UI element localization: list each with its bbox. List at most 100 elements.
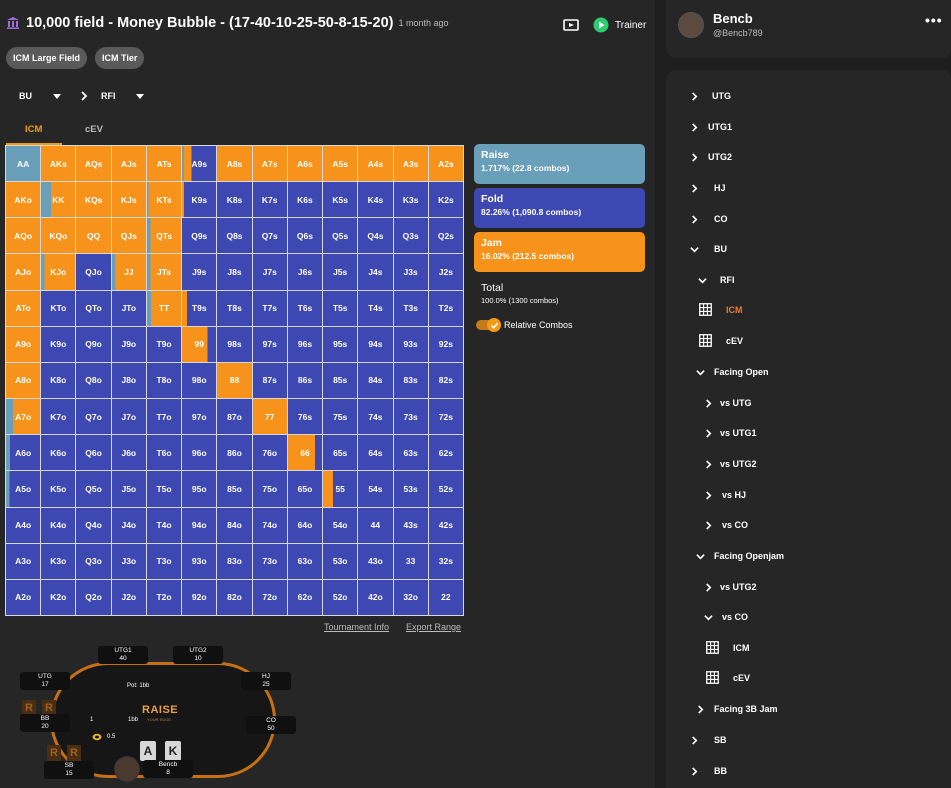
hand-cell[interactable]: Q6s (287, 218, 323, 254)
nav-bb[interactable]: BB (688, 765, 727, 777)
hand-cell[interactable]: 33 (393, 543, 428, 579)
hand-cell[interactable]: T9o (146, 326, 182, 362)
hand-cell[interactable]: 83s (393, 362, 428, 399)
nav-bu[interactable]: BU (688, 243, 727, 255)
hand-cell[interactable]: 72s (428, 399, 463, 435)
nav-fj-icm[interactable]: ICM (706, 641, 750, 654)
hand-cell[interactable]: K8s (217, 182, 252, 218)
nav-vs-hj[interactable]: vs HJ (702, 489, 746, 501)
nav-facing-openjam[interactable]: Facing Openjam (694, 550, 784, 562)
toggle-switch[interactable] (476, 318, 501, 332)
relative-combos-toggle[interactable]: Relative Combos (474, 318, 645, 332)
nav-fj-vs-co[interactable]: vs CO (702, 611, 748, 623)
hand-cell[interactable]: J5s (323, 254, 358, 290)
hand-cell[interactable]: JTs (146, 254, 182, 290)
seat-hero[interactable]: Bencb 8 (143, 760, 193, 778)
hand-cell[interactable]: 86o (217, 435, 252, 471)
seat-utg2[interactable]: UTG2 10 (173, 646, 223, 664)
hand-cell[interactable]: Q9s (182, 218, 217, 254)
tab-icm[interactable]: ICM (25, 124, 42, 135)
hand-cell[interactable]: 99 (182, 326, 217, 362)
hand-cell[interactable]: KQo (41, 218, 76, 254)
nav-co[interactable]: CO (688, 213, 728, 225)
hand-cell[interactable]: 85o (217, 471, 252, 507)
hand-cell[interactable]: J2o (111, 579, 146, 615)
hand-cell[interactable]: A3s (393, 146, 428, 182)
hand-cell[interactable]: 42s (428, 507, 463, 543)
hand-cell[interactable]: K3s (393, 182, 428, 218)
hand-cell[interactable]: KJs (111, 182, 146, 218)
hand-cell[interactable]: T4o (146, 507, 182, 543)
hand-cell[interactable]: AKs (41, 146, 76, 182)
hand-cell[interactable]: T3s (393, 290, 428, 326)
chevron-down-icon[interactable] (53, 93, 61, 99)
hand-cell[interactable]: A5o (6, 471, 41, 507)
hand-cell[interactable]: JTo (111, 290, 146, 326)
hand-cell[interactable]: K4o (41, 507, 76, 543)
hand-cell[interactable]: 77 (252, 399, 287, 435)
hand-cell[interactable]: A6o (6, 435, 41, 471)
hand-cell[interactable]: 75s (323, 399, 358, 435)
hand-cell[interactable]: Q7o (76, 399, 111, 435)
seat-utg[interactable]: UTG 17 (20, 672, 70, 690)
hand-cell[interactable]: 82s (428, 362, 463, 399)
hand-cell[interactable]: 97o (182, 399, 217, 435)
hand-cell[interactable]: 54o (323, 507, 358, 543)
hand-cell[interactable]: T4s (358, 290, 393, 326)
tournament-info-link[interactable]: Tournament Info (324, 622, 389, 632)
legend-fold[interactable]: Fold 82.26% (1,090.8 combos) (474, 188, 645, 228)
position-select[interactable]: BU (19, 91, 32, 101)
hand-cell[interactable]: A7o (6, 399, 41, 435)
hand-cell[interactable]: 63s (393, 435, 428, 471)
hand-cell[interactable]: 53o (323, 543, 358, 579)
hand-cell[interactable]: 44 (358, 507, 393, 543)
nav-vs-co[interactable]: vs CO (702, 519, 748, 531)
hand-cell[interactable]: 62s (428, 435, 463, 471)
hand-cell[interactable]: 64s (358, 435, 393, 471)
hand-cell[interactable]: QJs (111, 218, 146, 254)
chevron-down-icon[interactable] (135, 93, 144, 99)
user-profile[interactable]: Bencb @Bencb789 (678, 11, 763, 38)
hand-cell[interactable]: T5s (323, 290, 358, 326)
hand-cell[interactable]: 73o (252, 543, 287, 579)
hand-cell[interactable]: 65s (323, 435, 358, 471)
hand-cell[interactable]: 73s (393, 399, 428, 435)
hand-cell[interactable]: AQs (76, 146, 111, 182)
nav-rfi-cev[interactable]: cEV (699, 334, 743, 347)
hand-cell[interactable]: KTs (146, 182, 182, 218)
seat-utg1[interactable]: UTG1 40 (98, 646, 148, 664)
hand-cell[interactable]: 85s (323, 362, 358, 399)
hand-cell[interactable]: 66 (287, 435, 323, 471)
hand-cell[interactable]: K9o (41, 326, 76, 362)
hand-cell[interactable]: A4s (358, 146, 393, 182)
seat-sb[interactable]: SB 15 (44, 761, 94, 779)
hand-cell[interactable]: 92o (182, 579, 217, 615)
hand-cell[interactable]: A9s (182, 146, 217, 182)
hand-cell[interactable]: J3s (393, 254, 428, 290)
hand-cell[interactable]: QJo (76, 254, 111, 290)
hand-cell[interactable]: K5s (323, 182, 358, 218)
hand-cell[interactable]: J9o (111, 326, 146, 362)
legend-raise[interactable]: Raise 1.717% (22.8 combos) (474, 144, 645, 184)
hand-cell[interactable]: KJo (41, 254, 76, 290)
hand-cell[interactable]: T7o (146, 399, 182, 435)
hand-cell[interactable]: T2s (428, 290, 463, 326)
hand-cell[interactable]: QQ (76, 218, 111, 254)
hand-cell[interactable]: J5o (111, 471, 146, 507)
nav-facing-open[interactable]: Facing Open (694, 366, 769, 378)
hand-cell[interactable]: 76o (252, 435, 287, 471)
nav-rfi[interactable]: RFI (696, 274, 735, 286)
hand-cell[interactable]: J4s (358, 254, 393, 290)
hand-cell[interactable]: 95s (323, 326, 358, 362)
hand-cell[interactable]: 87s (252, 362, 287, 399)
nav-vs-utg1[interactable]: vs UTG1 (702, 427, 757, 439)
hand-cell[interactable]: T5o (146, 471, 182, 507)
hand-cell[interactable]: 53s (393, 471, 428, 507)
hand-cell[interactable]: J7s (252, 254, 287, 290)
hand-cell[interactable]: 95o (182, 471, 217, 507)
hand-cell[interactable]: J9s (182, 254, 217, 290)
hand-cell[interactable]: T8o (146, 362, 182, 399)
hand-cell[interactable]: A8s (217, 146, 252, 182)
hand-cell[interactable]: T8s (217, 290, 252, 326)
hand-cell[interactable]: A4o (6, 507, 41, 543)
